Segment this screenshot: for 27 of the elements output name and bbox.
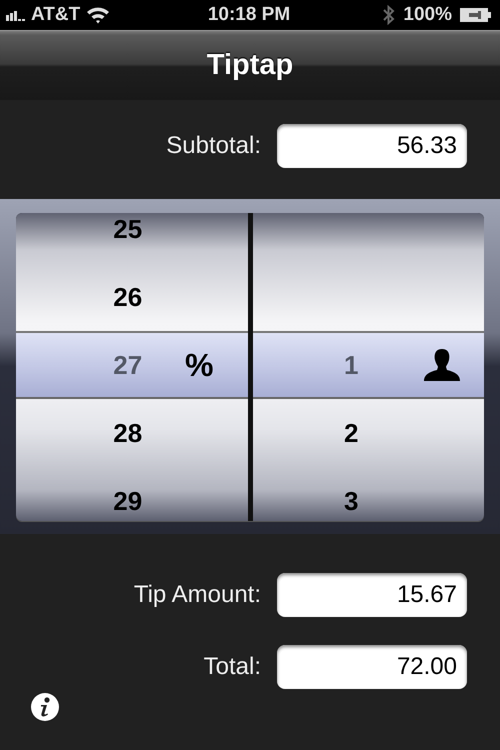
person-icon (422, 348, 462, 382)
signal-icon (6, 9, 25, 21)
wheel-picker[interactable]: 25 26 27 % 28 29 1 2 3 (16, 213, 484, 521)
clock-time: 10:18 PM (208, 4, 290, 26)
result-field[interactable]: 15.67 (277, 573, 467, 617)
picker-option[interactable]: 28 (113, 418, 150, 448)
subtotal-field[interactable]: 56.33 (277, 124, 467, 168)
picker-option[interactable]: 3 (344, 486, 392, 516)
picker-option[interactable]: 25 (113, 214, 150, 244)
info-button[interactable] (30, 692, 60, 722)
result-label: Total: (204, 653, 261, 681)
subtotal-label: Subtotal: (166, 132, 261, 160)
picker-option[interactable]: 2 (344, 418, 392, 448)
bluetooth-icon (383, 5, 396, 25)
picker-option[interactable]: 27 (113, 350, 150, 380)
picker-option[interactable]: 1 (344, 350, 392, 380)
battery-icon (460, 7, 492, 23)
result-label: Tip Amount: (134, 581, 261, 609)
app-title: Tiptap (206, 49, 294, 82)
picker-option[interactable]: 29 (113, 486, 150, 516)
info-icon (30, 692, 60, 722)
percent-unit: % (185, 346, 214, 384)
carrier-name: AT&T (31, 4, 80, 26)
picker-option[interactable]: 26 (113, 282, 150, 312)
result-field[interactable]: 72.00 (277, 645, 467, 689)
wifi-icon (86, 6, 110, 24)
battery-percent: 100% (403, 4, 452, 26)
